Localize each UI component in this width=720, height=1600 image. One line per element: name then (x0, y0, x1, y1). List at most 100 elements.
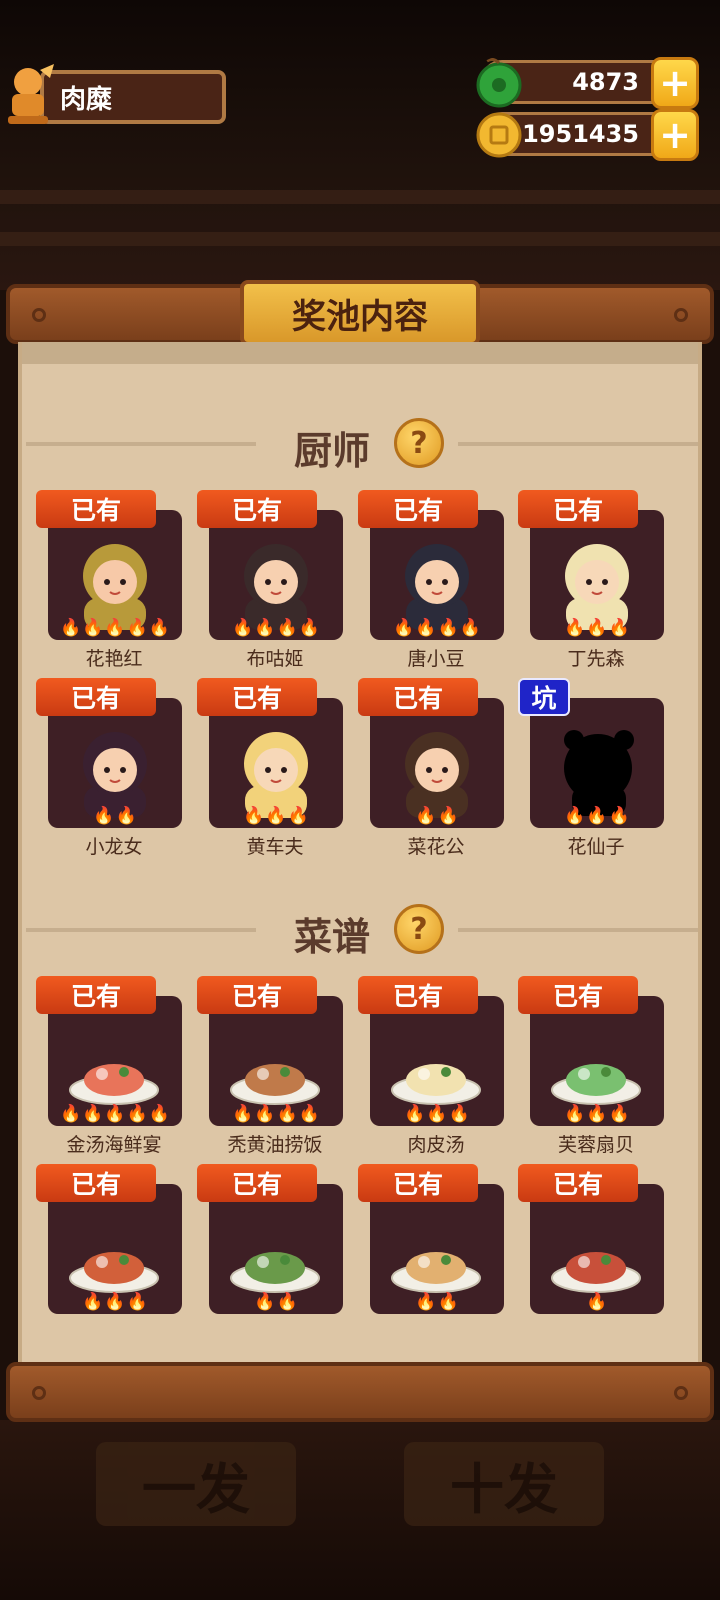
owned-tag: 已有 (518, 1164, 638, 1202)
pool-card[interactable]: 🔥 🔥 🔥 已有 丁先森 (518, 490, 664, 670)
owned-tag: 已有 (36, 1164, 156, 1202)
chef-portrait-icon (244, 544, 308, 630)
jade-value: 4873 (572, 68, 639, 96)
pool-card[interactable]: 🔥 🔥 🔥 🔥 已有秃黄油捞饭 (197, 976, 343, 1156)
flame-icon: 🔥 (586, 806, 608, 826)
rarity-flames: 🔥 🔥 (370, 806, 504, 826)
pool-card[interactable]: 🔥 🔥 已有 小龙女 (36, 678, 182, 858)
pool-card[interactable]: 🔥 🔥 🔥 🔥 🔥 已有 花艳红 (36, 490, 182, 670)
pool-card[interactable]: 🔥 已有 (518, 1164, 664, 1324)
coin-icon (476, 112, 522, 158)
flame-icon: 🔥 (298, 1104, 320, 1124)
recipes-help-button[interactable]: ? (394, 904, 444, 954)
chef-portrait-icon (405, 732, 469, 818)
rarity-flames: 🔥 🔥 🔥 🔥 (209, 1104, 343, 1124)
background-beam (0, 190, 720, 204)
divider (458, 442, 698, 446)
pool-card[interactable]: 🔥 🔥 🔥 已有 肉皮汤 (358, 976, 504, 1156)
rarity-flames: 🔥 🔥 🔥 🔥 🔥 (48, 618, 182, 638)
ten-draw-button: 十发 (404, 1442, 604, 1526)
flame-icon: 🔥 (126, 618, 148, 638)
pool-card[interactable]: 🔥 🔥 已有 (358, 1164, 504, 1324)
flame-icon: 🔥 (254, 1104, 276, 1124)
flame-icon: 🔥 (437, 806, 459, 826)
panel-bottom-board (6, 1362, 714, 1422)
flame-icon: 🔥 (298, 618, 320, 638)
card-name: 小龙女 (85, 836, 143, 858)
dish-icon (391, 1252, 481, 1293)
chefs-section-header: 厨师 ? (22, 416, 698, 473)
nail-icon (674, 1386, 688, 1400)
flame-icon: 🔥 (437, 618, 459, 638)
pool-card[interactable]: 🔥 🔥 已有菜花公 (358, 678, 504, 858)
flame-icon: 🔥 (564, 1104, 586, 1124)
flame-icon: 🔥 (437, 1292, 459, 1312)
recipes-section-title: 菜谱 (294, 915, 371, 959)
background-beam (0, 232, 720, 246)
add-coin-button[interactable]: + (651, 109, 699, 161)
dish-icon (551, 1252, 641, 1293)
owned-tag: 已有 (358, 490, 478, 528)
card-name: 金汤海鲜宴 (66, 1134, 162, 1156)
pool-title-box: 肉糜 (40, 70, 226, 124)
card-name: 布咕姬 (246, 648, 304, 670)
prize-pool-panel[interactable]: 厨师 ? 🔥 🔥 🔥 🔥 🔥 已有 花艳红 🔥 🔥 🔥 🔥 已有 布咕姬 🔥 🔥 🔥 🔥 已有 唐小豆 🔥 🔥 🔥 已… (18, 342, 702, 1366)
rarity-flames: 🔥 🔥 🔥 🔥 🔥 (48, 1104, 182, 1124)
owned-tag: 已有 (197, 1164, 317, 1202)
flame-icon: 🔥 (104, 1104, 126, 1124)
flame-icon: 🔥 (415, 618, 437, 638)
pool-card[interactable]: 🔥 🔥 🔥 已有 芙蓉扇贝 (518, 976, 664, 1156)
pool-card[interactable]: 🔥 🔥 🔥 已有 黄车夫 (197, 678, 343, 858)
card-name: 唐小豆 (407, 648, 465, 670)
flame-icon: 🔥 (115, 806, 137, 826)
card-name: 肉皮汤 (407, 1134, 465, 1156)
flame-icon: 🔥 (276, 618, 298, 638)
dish-icon (230, 1064, 320, 1105)
coin-counter: 1951435 + (476, 109, 699, 161)
rarity-flames: 🔥 🔥 (370, 1292, 504, 1312)
pool-card[interactable]: 🔥 🔥 🔥 已有 (36, 1164, 182, 1324)
flame-icon: 🔥 (393, 618, 415, 638)
flame-icon: 🔥 (148, 618, 170, 638)
chef-portrait-icon (83, 544, 147, 630)
flame-icon: 🔥 (254, 618, 276, 638)
jade-icon (476, 57, 522, 108)
rarity-flames: 🔥 (530, 1292, 664, 1312)
recipes-section-header: 菜谱 ? (22, 902, 698, 959)
jade-counter: 4873 + (476, 57, 699, 109)
card-name: 秃黄油捞饭 (227, 1134, 323, 1156)
rarity-flames: 🔥 🔥 🔥 🔥 (209, 618, 343, 638)
dish-icon (69, 1252, 159, 1293)
flame-icon: 🔥 (404, 1104, 426, 1124)
owned-tag: 已有 (358, 678, 478, 716)
owned-tag: 已有 (36, 976, 156, 1014)
flame-icon: 🔥 (60, 618, 82, 638)
dish-icon (391, 1064, 481, 1105)
owned-tag: 已有 (518, 490, 638, 528)
pool-card[interactable]: 🔥 🔥 🔥 🔥 🔥 已有金汤海鲜宴 (36, 976, 182, 1156)
rarity-flames: 🔥 🔥 🔥 (530, 1104, 664, 1124)
chef-statue-icon (8, 64, 54, 124)
flame-icon: 🔥 (608, 1104, 630, 1124)
flame-icon: 🔥 (126, 1292, 148, 1312)
chef-portrait-icon (244, 732, 308, 818)
chefs-help-button[interactable]: ? (394, 418, 444, 468)
pool-card[interactable]: 🔥 🔥 🔥 坑花仙子 (518, 678, 664, 858)
pool-card[interactable]: 🔥 🔥 已有 (197, 1164, 343, 1324)
add-jade-button[interactable]: + (651, 57, 699, 109)
nail-icon (32, 308, 46, 322)
flame-icon: 🔥 (608, 618, 630, 638)
pool-card[interactable]: 🔥 🔥 🔥 🔥 已有 唐小豆 (358, 490, 504, 670)
card-name: 菜花公 (407, 836, 465, 858)
pool-card[interactable]: 🔥 🔥 🔥 🔥 已有 布咕姬 (197, 490, 343, 670)
flame-icon: 🔥 (459, 618, 481, 638)
owned-tag: 已有 (197, 976, 317, 1014)
coin-value: 1951435 (522, 120, 639, 148)
flame-icon: 🔥 (426, 1104, 448, 1124)
owned-tag: 已有 (197, 678, 317, 716)
flame-icon: 🔥 (232, 1104, 254, 1124)
chef-portrait-icon (83, 732, 147, 818)
rarity-flames: 🔥 🔥 🔥 🔥 (370, 618, 504, 638)
flame-icon: 🔥 (608, 806, 630, 826)
flame-icon: 🔥 (415, 1292, 437, 1312)
